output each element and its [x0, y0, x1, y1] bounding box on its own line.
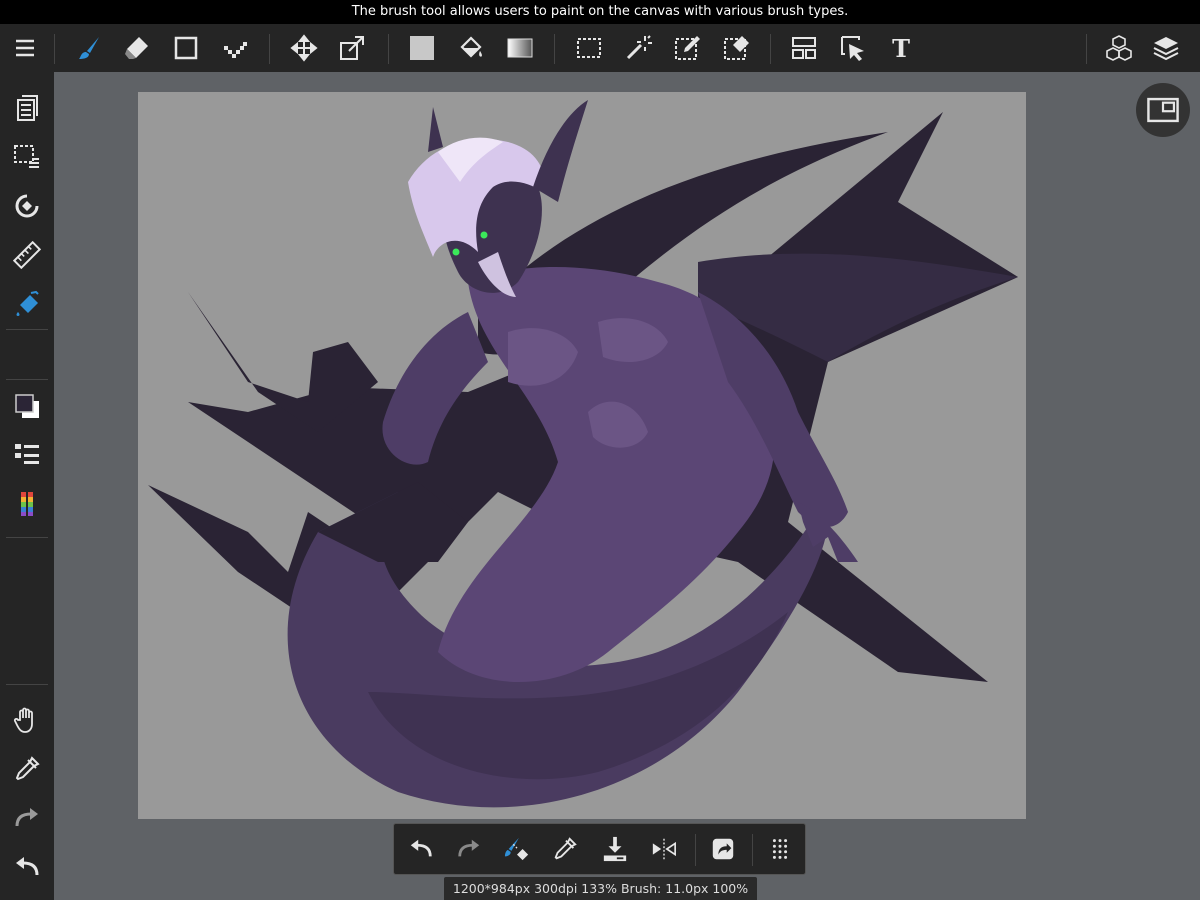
menu-button[interactable] — [5, 24, 45, 72]
navigator-toggle-button[interactable] — [1136, 83, 1190, 137]
artwork-illustration — [148, 100, 1018, 808]
tooltip-bar: The brush tool allows users to paint on … — [0, 0, 1200, 24]
undo-button[interactable] — [7, 847, 47, 887]
selection-window-icon — [14, 145, 39, 168]
eraser-tool-button[interactable] — [117, 24, 157, 72]
eyedropper-icon — [554, 837, 577, 860]
more-options-button[interactable] — [761, 830, 799, 868]
gradient-icon — [507, 38, 533, 58]
color-swatch-icon — [15, 394, 39, 418]
select-eraser-icon — [724, 36, 749, 60]
brush-eraser-icon — [504, 837, 529, 861]
text-tool-button[interactable]: T — [881, 24, 921, 72]
dot-pen-tool-button[interactable] — [215, 24, 255, 72]
quick-access-bar — [393, 823, 806, 875]
brush-window-icon — [17, 95, 38, 121]
brush-icon — [79, 37, 99, 59]
brush-eraser-toggle-button[interactable] — [498, 830, 536, 868]
download-icon — [603, 836, 627, 862]
color-palette-button[interactable] — [7, 484, 47, 524]
redo-icon — [15, 808, 38, 827]
color-swatch-button[interactable] — [7, 386, 47, 426]
eyedropper-icon — [15, 756, 40, 781]
hand-tool-button[interactable] — [7, 700, 47, 740]
undo-icon — [16, 857, 39, 876]
bucket-icon — [460, 36, 482, 58]
select-pen-button[interactable] — [667, 24, 707, 72]
share-icon — [712, 838, 734, 860]
bucket-tool-button[interactable] — [451, 24, 491, 72]
transform-icon — [340, 36, 364, 60]
layer-menu-button[interactable] — [7, 435, 47, 475]
fill-tool-icon — [16, 290, 39, 316]
ruler-icon — [13, 241, 41, 269]
layer-list-icon — [15, 444, 39, 464]
redo-icon — [458, 839, 480, 857]
drawing-canvas[interactable] — [138, 92, 1026, 819]
magic-wand-icon — [626, 35, 652, 60]
fill-color-button[interactable] — [402, 24, 442, 72]
undo-icon — [410, 839, 432, 857]
select-rect-button[interactable] — [569, 24, 609, 72]
eraser-icon — [125, 37, 148, 59]
move-tool-button[interactable] — [284, 24, 324, 72]
materials-button[interactable] — [1099, 24, 1139, 72]
selection-window-button[interactable] — [7, 137, 47, 177]
share-button[interactable] — [704, 830, 742, 868]
shape-tool-button[interactable] — [166, 24, 206, 72]
redo-button[interactable] — [7, 798, 47, 838]
transform-tool-button[interactable] — [332, 24, 372, 72]
operation-cursor-icon — [841, 36, 864, 61]
left-sidebar — [0, 72, 54, 900]
flip-icon — [652, 838, 676, 860]
snap-button[interactable] — [7, 186, 47, 226]
fill-swatch-icon — [410, 36, 434, 60]
quick-eyedropper-button[interactable] — [546, 830, 584, 868]
hand-icon — [13, 707, 33, 733]
navigator-icon — [1147, 97, 1179, 123]
save-button[interactable] — [596, 830, 634, 868]
ruler-button[interactable] — [7, 235, 47, 275]
rainbow-palette-icon — [21, 491, 33, 517]
move-icon — [290, 34, 318, 62]
select-rect-icon — [577, 38, 601, 58]
brush-tool-button[interactable] — [69, 24, 109, 72]
top-toolbar: T — [0, 24, 1200, 72]
hamburger-icon — [16, 39, 34, 57]
flip-canvas-button[interactable] — [645, 830, 683, 868]
magic-wand-button[interactable] — [618, 24, 658, 72]
frame-icon — [792, 37, 816, 59]
select-pen-icon — [675, 36, 700, 60]
quick-redo-button[interactable] — [450, 830, 488, 868]
select-eraser-button[interactable] — [716, 24, 756, 72]
dot-pen-icon — [224, 42, 247, 58]
status-bar: 1200*984px 300dpi 133% Brush: 11.0px 100… — [444, 877, 757, 900]
layers-button[interactable] — [1146, 24, 1186, 72]
snap-icon — [15, 194, 39, 218]
layers-icon — [1153, 37, 1179, 61]
text-icon: T — [892, 33, 910, 63]
frame-divider-button[interactable] — [784, 24, 824, 72]
operation-tool-button[interactable] — [833, 24, 873, 72]
gradient-tool-button[interactable] — [500, 24, 540, 72]
quick-undo-button[interactable] — [402, 830, 440, 868]
fill-tool-button[interactable] — [7, 284, 47, 324]
app-window: The brush tool allows users to paint on … — [0, 0, 1200, 900]
cubes-icon — [1106, 35, 1132, 61]
brush-window-button[interactable] — [7, 88, 47, 128]
grid-dots-icon — [772, 839, 788, 859]
rectangle-icon — [174, 36, 198, 60]
eyedropper-button[interactable] — [7, 749, 47, 789]
